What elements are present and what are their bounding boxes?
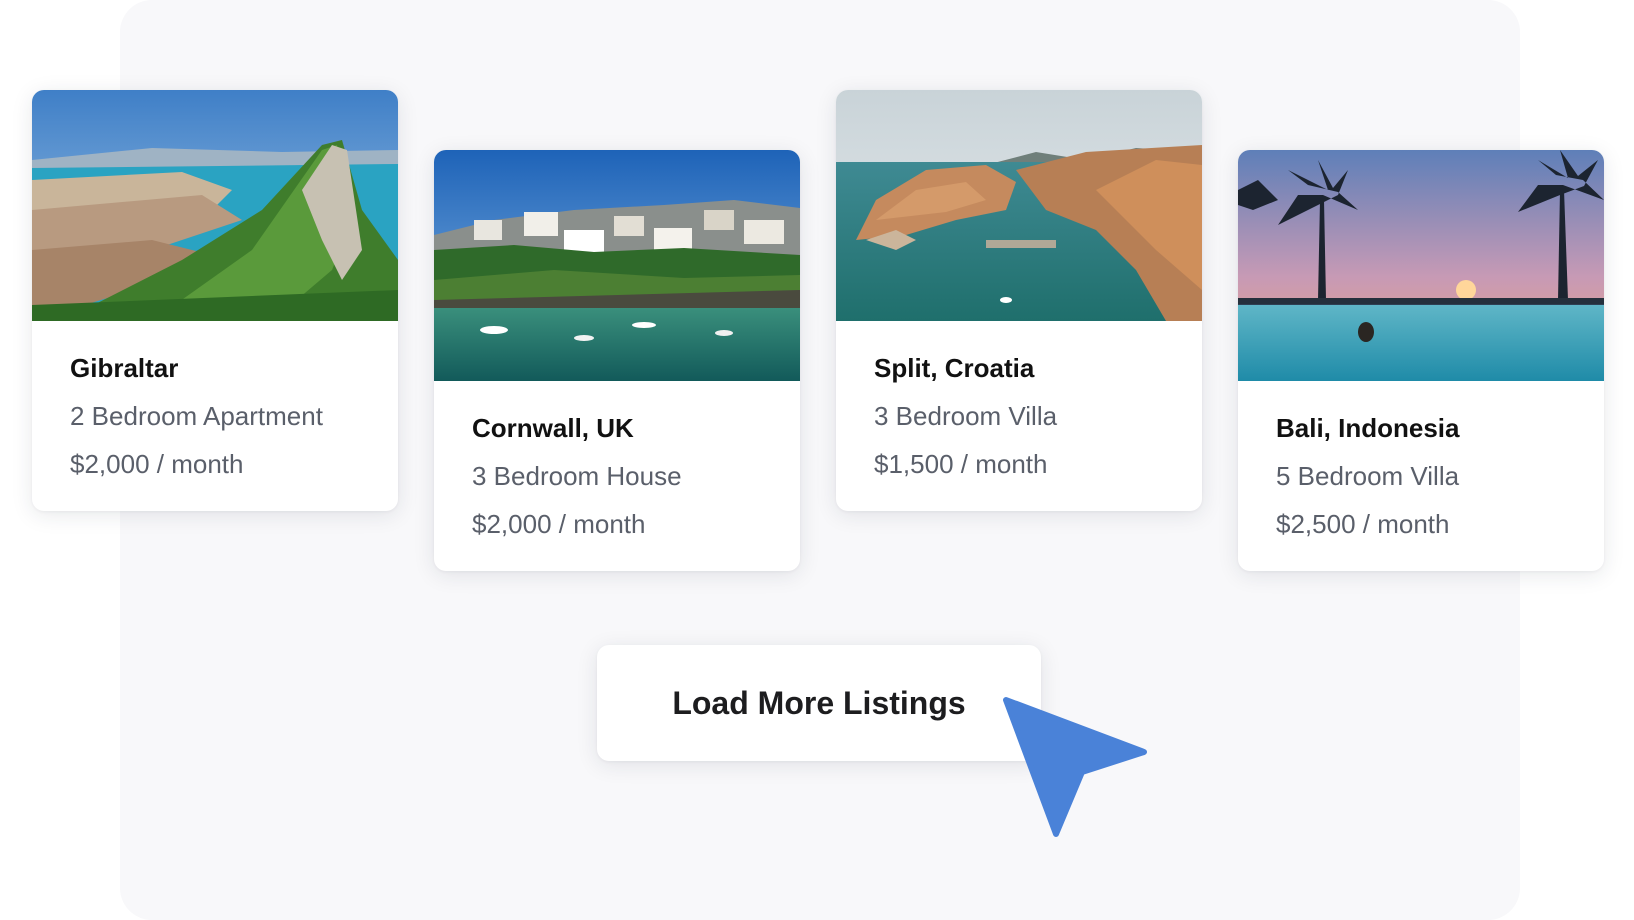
load-more-listings-button[interactable]: Load More Listings xyxy=(597,645,1041,761)
listing-price: $2,500 / month xyxy=(1276,509,1450,539)
listing-type: 3 Bedroom House xyxy=(472,461,682,491)
pointer-arrow-icon xyxy=(1003,697,1147,837)
listing-type: 3 Bedroom Villa xyxy=(874,401,1058,431)
listing-card-cornwall[interactable]: Cornwall, UK 3 Bedroom House $2,000 / mo… xyxy=(434,150,800,571)
listing-title: Split, Croatia xyxy=(874,353,1035,383)
listing-photo-gibraltar xyxy=(32,90,398,321)
listing-price: $2,000 / month xyxy=(70,449,244,479)
listing-photo-split xyxy=(836,90,1202,321)
listing-type: 2 Bedroom Apartment xyxy=(70,401,323,431)
listing-photo-bali xyxy=(1238,150,1604,381)
listing-card-gibraltar[interactable]: Gibraltar 2 Bedroom Apartment $2,000 / m… xyxy=(32,90,398,511)
listing-title: Cornwall, UK xyxy=(472,413,634,443)
listing-price: $2,000 / month xyxy=(472,509,646,539)
listing-price: $1,500 / month xyxy=(874,449,1048,479)
listing-title: Bali, Indonesia xyxy=(1276,413,1460,443)
listing-photo-cornwall xyxy=(434,150,800,381)
listing-card-bali[interactable]: Bali, Indonesia 5 Bedroom Villa $2,500 /… xyxy=(1238,150,1604,571)
listing-card-split[interactable]: Split, Croatia 3 Bedroom Villa $1,500 / … xyxy=(836,90,1202,511)
listing-type: 5 Bedroom Villa xyxy=(1276,461,1460,491)
listing-title: Gibraltar xyxy=(70,353,179,383)
